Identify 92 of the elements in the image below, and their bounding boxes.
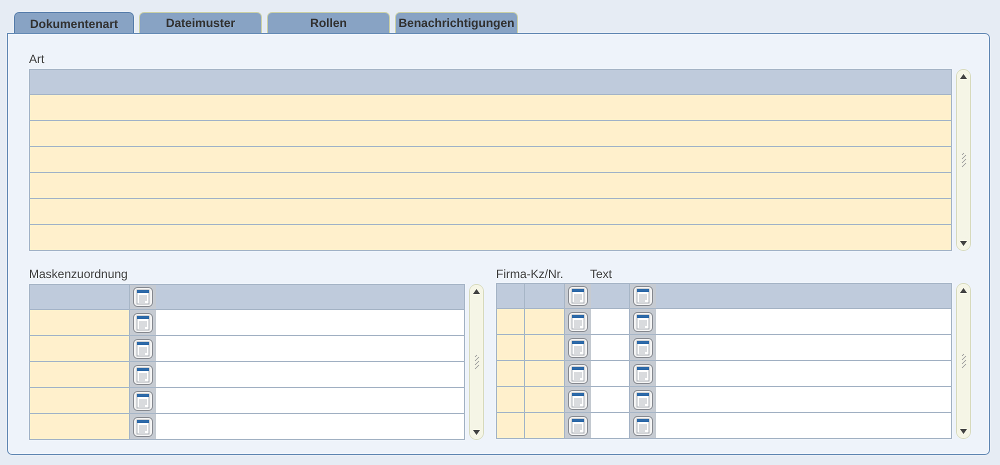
input-field[interactable] (656, 335, 951, 360)
document-icon (633, 338, 653, 358)
input-field[interactable] (30, 362, 130, 387)
input-field[interactable] (30, 147, 951, 172)
lookup-button[interactable] (130, 285, 156, 309)
tab[interactable]: Rollen (267, 12, 390, 33)
document-icon (133, 338, 153, 358)
input-field[interactable] (656, 387, 951, 412)
document-icon (568, 416, 588, 436)
input-field[interactable] (656, 361, 951, 386)
lookup-button[interactable] (130, 336, 156, 361)
lookup-button[interactable] (565, 361, 591, 386)
scrollbar[interactable] (469, 284, 484, 440)
input-field[interactable] (156, 310, 464, 335)
input-field[interactable] (497, 361, 525, 386)
up-arrow-icon (473, 289, 480, 294)
document-icon (568, 312, 588, 332)
document-icon (568, 390, 588, 410)
document-icon (133, 390, 153, 410)
input-field[interactable] (30, 388, 130, 413)
document-icon (633, 390, 653, 410)
input-field[interactable] (656, 309, 951, 334)
input-field[interactable] (30, 225, 951, 250)
input-field[interactable] (30, 310, 130, 335)
column-label: Text (590, 268, 612, 281)
document-icon (633, 416, 653, 436)
input-field[interactable] (497, 413, 525, 438)
input-field[interactable] (30, 173, 951, 198)
input-field[interactable] (525, 413, 565, 438)
input-field[interactable] (591, 387, 630, 412)
lookup-button[interactable] (630, 361, 656, 386)
lookup-button[interactable] (130, 362, 156, 387)
input-field[interactable] (497, 309, 525, 334)
lookup-button[interactable] (565, 309, 591, 334)
tab[interactable]: Dokumentenart (14, 12, 134, 34)
lookup-button[interactable] (630, 387, 656, 412)
lookup-button[interactable] (630, 335, 656, 360)
lookup-button[interactable] (565, 284, 591, 308)
document-icon (133, 364, 153, 384)
input-field[interactable] (30, 336, 130, 361)
input-field[interactable] (591, 361, 630, 386)
lookup-button[interactable] (565, 413, 591, 438)
lookup-button[interactable] (130, 414, 156, 439)
input-field[interactable] (156, 414, 464, 439)
input-field[interactable] (591, 413, 630, 438)
lookup-button[interactable] (130, 310, 156, 335)
document-icon (568, 338, 588, 358)
input-field[interactable] (656, 413, 951, 438)
scrollbar[interactable] (956, 69, 971, 251)
document-icon (568, 364, 588, 384)
down-arrow-icon (960, 429, 967, 434)
input-field[interactable] (156, 336, 464, 361)
lookup-button[interactable] (630, 413, 656, 438)
document-icon (133, 416, 153, 436)
input-field[interactable] (525, 335, 565, 360)
input-field[interactable] (30, 121, 951, 146)
input-field[interactable] (591, 309, 630, 334)
input-field[interactable] (591, 335, 630, 360)
document-icon (133, 287, 153, 307)
tab[interactable]: Dateimuster (139, 12, 262, 33)
input-field[interactable] (156, 388, 464, 413)
input-field[interactable] (30, 199, 951, 224)
input-field[interactable] (525, 387, 565, 412)
document-icon (568, 286, 588, 306)
input-field[interactable] (156, 362, 464, 387)
input-field[interactable] (525, 309, 565, 334)
tab[interactable]: Benachrichtigungen (395, 12, 518, 33)
grip-icon (960, 353, 966, 369)
column-label: Firma-Kz/Nr. (496, 268, 564, 281)
lookup-button[interactable] (630, 284, 656, 308)
input-field[interactable] (30, 95, 951, 120)
lookup-button[interactable] (565, 387, 591, 412)
section-label: Art (29, 53, 44, 66)
scrollbar[interactable] (956, 283, 971, 439)
up-arrow-icon (960, 74, 967, 79)
section-label: Maskenzuordnung (29, 268, 128, 281)
lookup-button[interactable] (630, 309, 656, 334)
document-icon (633, 286, 653, 306)
grip-icon (960, 152, 966, 168)
document-icon (133, 312, 153, 332)
grip-icon (474, 354, 480, 370)
down-arrow-icon (960, 241, 967, 246)
document-icon (633, 364, 653, 384)
down-arrow-icon (473, 430, 480, 435)
input-field[interactable] (497, 335, 525, 360)
input-field[interactable] (497, 387, 525, 412)
up-arrow-icon (960, 288, 967, 293)
input-field[interactable] (30, 414, 130, 439)
document-icon (633, 312, 653, 332)
lookup-button[interactable] (130, 388, 156, 413)
input-field[interactable] (525, 361, 565, 386)
lookup-button[interactable] (565, 335, 591, 360)
